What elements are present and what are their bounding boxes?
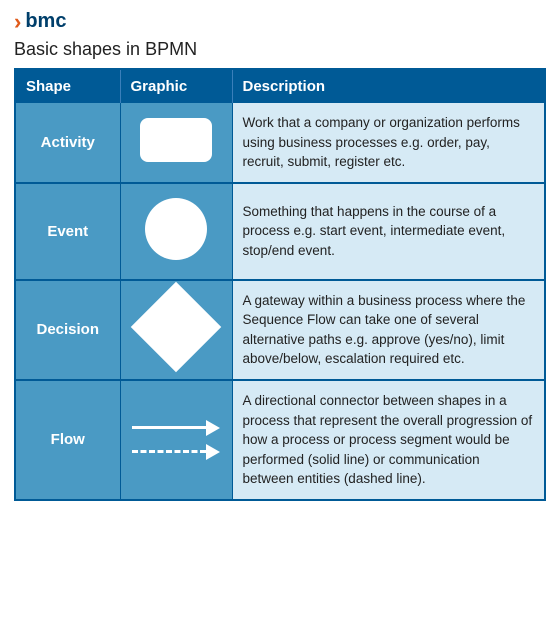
table-row-activity: Activity Work that a company or organiza… [15,103,545,183]
table-row-decision: Decision A gateway within a business pro… [15,280,545,380]
shape-label-activity: Activity [15,103,120,183]
bmc-logo-text: bmc [25,10,66,33]
solid-arrow [132,420,220,436]
graphic-cell-decision [120,280,232,380]
bpmn-table: Shape Graphic Description Activity Work … [14,68,546,501]
shape-label-decision: Decision [15,280,120,380]
description-activity: Work that a company or organization perf… [232,103,545,183]
graphic-cell-flow [120,380,232,500]
bmc-logo-icon: › [14,11,21,33]
dashed-arrow-line [132,450,206,453]
col-header-shape: Shape [15,69,120,103]
table-row-flow: Flow A directional connector between sha [15,380,545,500]
event-graphic-circle [145,198,207,260]
page-wrapper: › bmc Basic shapes in BPMN Shape Graphic… [0,0,560,515]
logo-area: › bmc [14,10,546,33]
dashed-arrow-head [206,444,220,460]
decision-graphic-diamond [131,282,222,373]
description-decision: A gateway within a business process wher… [232,280,545,380]
table-header-row: Shape Graphic Description [15,69,545,103]
solid-arrow-head [206,420,220,436]
col-header-graphic: Graphic [120,69,232,103]
solid-arrow-line [132,426,206,429]
dashed-arrow [132,444,220,460]
description-flow: A directional connector between shapes i… [232,380,545,500]
shape-label-event: Event [15,183,120,280]
flow-graphic-arrows [127,420,226,460]
shape-label-flow: Flow [15,380,120,500]
graphic-cell-activity [120,103,232,183]
col-header-description: Description [232,69,545,103]
table-row-event: Event Something that happens in the cour… [15,183,545,280]
activity-graphic-rectangle [140,118,212,162]
page-title: Basic shapes in BPMN [14,39,546,60]
graphic-cell-event [120,183,232,280]
description-event: Something that happens in the course of … [232,183,545,280]
